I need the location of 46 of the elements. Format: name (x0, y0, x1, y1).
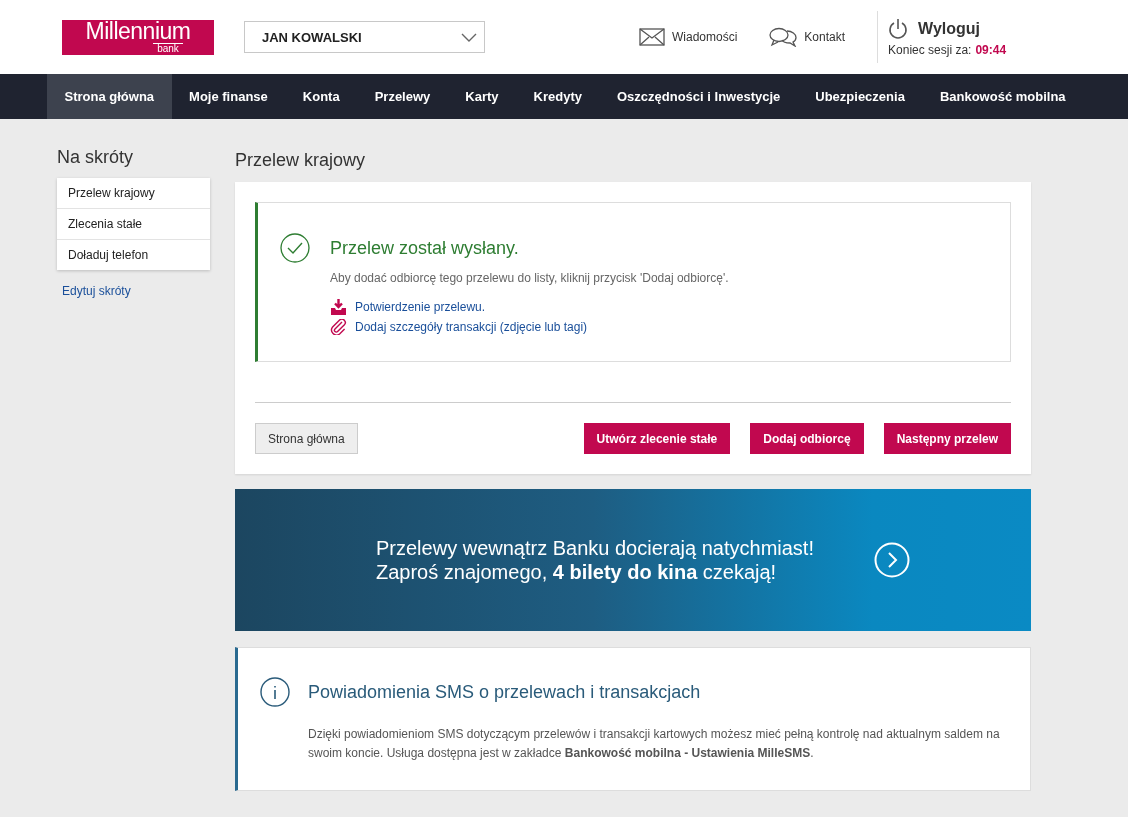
nav-tab[interactable]: Oszczędności i Inwestycje (599, 74, 798, 119)
session-label: Koniec sesji za: (888, 42, 972, 57)
checkmark-circle-icon (280, 233, 310, 263)
nav-tab[interactable]: Przelewy (357, 74, 448, 119)
chevron-down-icon (461, 32, 477, 42)
home-button[interactable]: Strona główna (255, 423, 358, 454)
nav-tab[interactable]: Ubezpieczenia (797, 74, 923, 119)
promo-banner[interactable]: Przelewy wewnątrz Banku docierają natychmiast! Zaproś znajomego, 4 bilety do kina czekają! (235, 489, 1031, 631)
bank-logo[interactable]: Millennium bank (62, 19, 214, 55)
nav-tab[interactable]: Strona główna (47, 74, 172, 119)
nav-tab[interactable]: Konta (285, 74, 358, 119)
shortcut-link[interactable]: Przelew krajowy (57, 178, 210, 209)
envelope-icon (639, 28, 665, 46)
logo-name: Millennium (85, 20, 191, 43)
chat-bubbles-icon (769, 27, 798, 47)
chevron-right-circle-icon[interactable] (873, 542, 910, 578)
info-icon (260, 677, 290, 707)
paperclip-icon (330, 319, 347, 335)
shortcut-link[interactable]: Zlecenia stałe (57, 209, 210, 240)
success-title: Przelew został wysłany. (330, 238, 520, 259)
action-button[interactable]: Dodaj odbiorcę (750, 423, 864, 454)
action-button[interactable]: Utwórz zlecenie stałe (583, 423, 731, 454)
logout-link[interactable]: Wyloguj (918, 19, 980, 38)
logo-subtitle: bank (153, 43, 183, 54)
edit-shortcuts-link[interactable]: Edytuj skróty (62, 284, 210, 298)
nav-tab[interactable]: Moje finanse (171, 74, 286, 119)
account-selector[interactable]: JAN KOWALSKI (244, 21, 485, 53)
action-link[interactable]: Dodaj szczegóły transakcji (zdjęcie lub tagi) (330, 319, 729, 335)
nav-tab[interactable]: Karty (447, 74, 517, 119)
shortcut-link[interactable]: Doładuj telefon (57, 240, 210, 270)
download-tray-icon (330, 299, 347, 315)
info-title: Powiadomienia SMS o przelewach i transakcjach (308, 681, 701, 703)
info-text: Dzięki powiadomieniom SMS dotyczącym przelewów i transakcji kartowych możesz mieć pełną kontrolę nad aktualnym saldem na swoim koncie. Usługa dostępna jest w zakładce Bankowość mobilna - Ustawienia MilleSMS. (308, 726, 1001, 762)
page-title: Przelew krajowy (235, 150, 367, 171)
sidebar-title: Na skróty (57, 147, 135, 168)
action-link[interactable]: Potwierdzenie przelewu. (330, 299, 729, 315)
banner-headline: Przelewy wewnątrz Banku docierają natychmiast! (376, 536, 814, 560)
header-link[interactable]: Kontakt (769, 27, 846, 47)
action-button[interactable]: Następny przelew (883, 423, 1011, 454)
success-message: Aby dodać odbiorcę tego przelewu do listy, kliknij przycisk 'Dodaj odbiorcę'. (330, 271, 729, 285)
header-link[interactable]: Wiadomości (639, 27, 738, 47)
nav-tab[interactable]: Kredyty (516, 74, 600, 119)
nav-tab[interactable]: Bankowość mobilna (922, 74, 1084, 119)
power-icon (888, 17, 909, 40)
session-timer: 09:44 (975, 42, 1007, 57)
banner-subline: Zaproś znajomego, 4 bilety do kina czekają! (376, 560, 778, 584)
